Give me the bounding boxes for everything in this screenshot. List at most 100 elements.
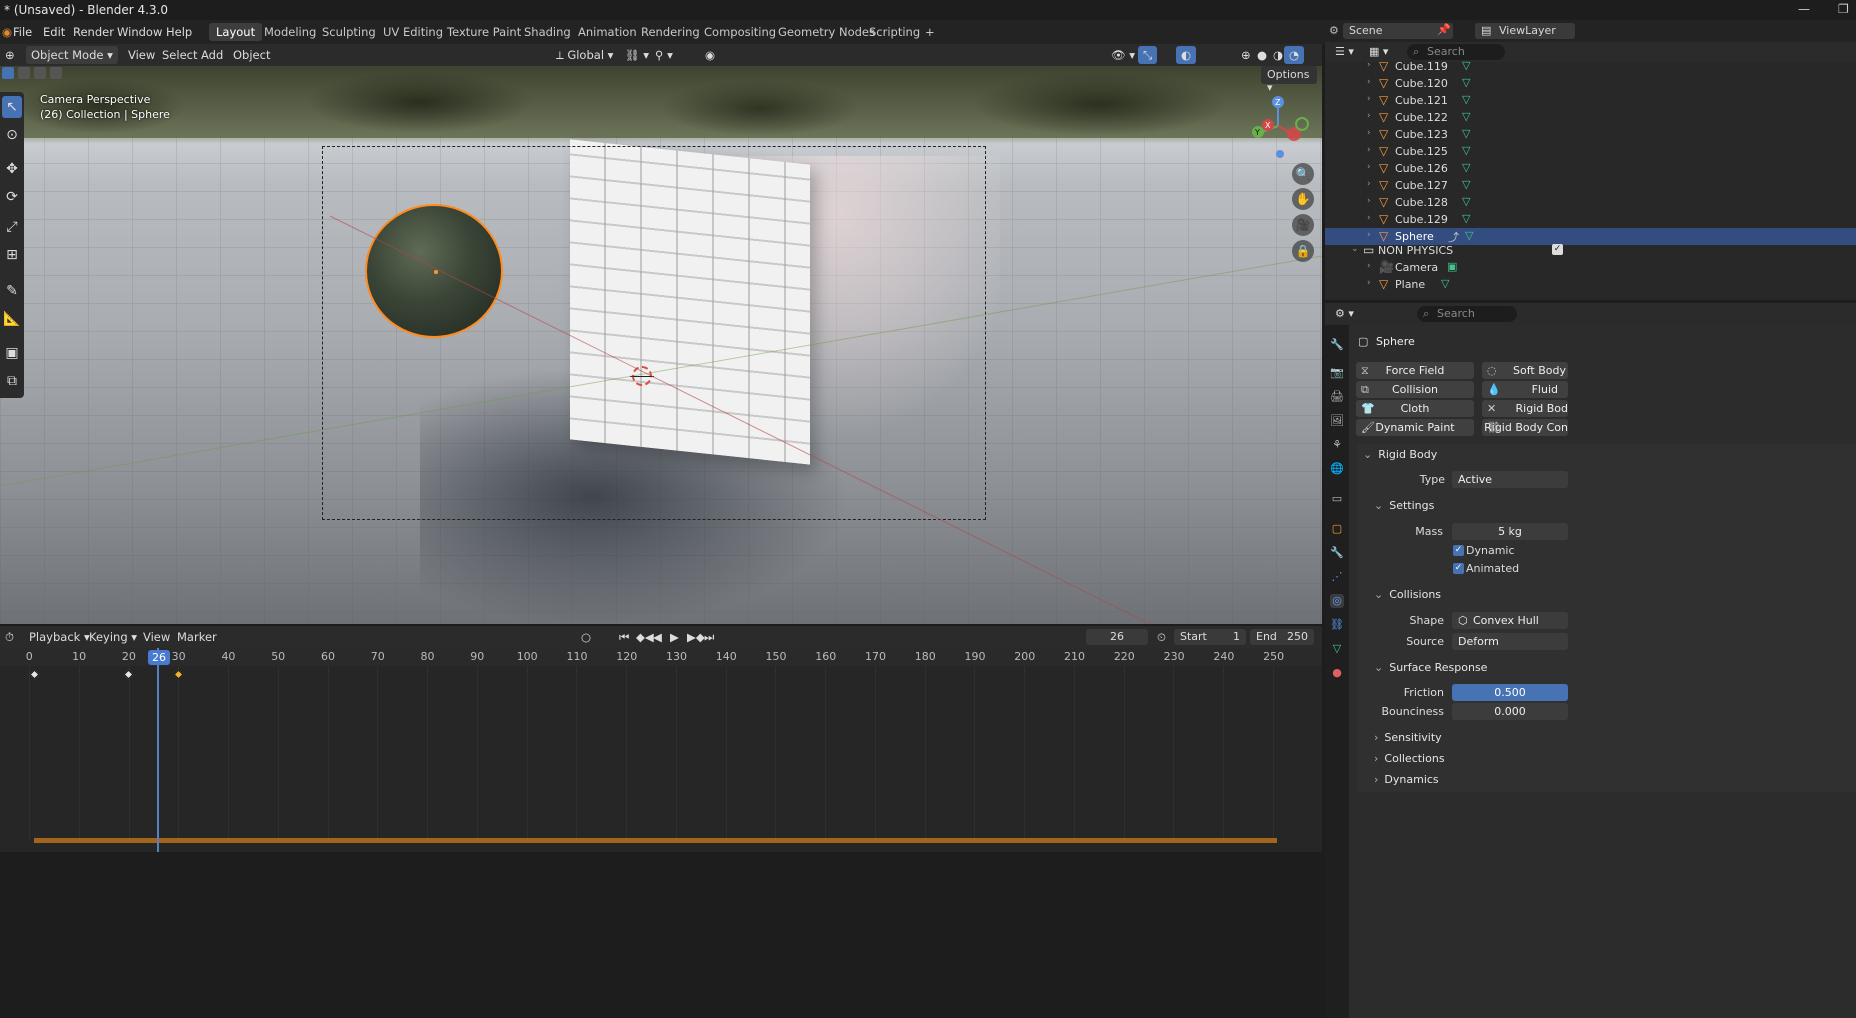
select-intersect-icon[interactable] [50,67,62,79]
marker-menu[interactable]: Marker [172,628,222,646]
mesh-data-icon[interactable]: ▽ [1462,212,1470,225]
mesh-data-icon[interactable]: ▽ [1462,195,1470,208]
animated-checkbox[interactable]: ✓ [1453,563,1464,574]
collapse-icon[interactable]: ⌄ [1351,244,1359,254]
pan-hand-icon[interactable]: ✋ [1292,188,1314,210]
data-tab-icon[interactable]: ▽ [1330,642,1344,656]
mesh-data-icon[interactable]: ▽ [1462,161,1470,174]
outliner-row[interactable]: › ▽ Cube.128 ▽ [1325,194,1856,211]
expand-icon[interactable]: › [1367,128,1371,138]
start-frame-field[interactable]: Start 1 [1174,629,1246,645]
tab-uv-editing[interactable]: UV Editing [376,23,450,41]
outliner-row[interactable]: › ▽ Cube.119 ▽ [1325,58,1856,75]
view-menu[interactable]: View [123,46,160,64]
camera-view-icon[interactable]: 🎥 [1292,214,1314,236]
outliner-row-camera[interactable]: › 🎥 Camera ▣ [1325,259,1856,276]
add-workspace-icon[interactable]: + [918,23,942,41]
menu-render[interactable]: Render [73,25,114,39]
cursor-icon[interactable]: ⊙ [2,124,22,146]
constraints-tab-icon[interactable]: ⛓ [1330,618,1344,632]
tab-layout[interactable]: Layout [209,23,263,41]
mesh-data-icon[interactable]: ▽ [1462,93,1470,106]
orientation-select[interactable]: ⟂ Global ▾ [551,46,618,64]
menu-file[interactable]: File [13,25,32,39]
mass-field[interactable]: 5 kg [1452,523,1568,540]
proportional-edit-icon[interactable]: ◉ [700,46,720,64]
options-button[interactable]: Options ▾ [1261,66,1317,94]
soft-body-button[interactable]: ◌ Soft Body [1482,362,1568,379]
expand-icon[interactable]: › [1367,230,1371,240]
viewlayer-select[interactable]: ▤ ViewLayer [1475,23,1575,39]
expand-icon[interactable]: › [1367,261,1371,271]
minimize-icon[interactable]: — [1798,2,1810,16]
fluid-button[interactable]: 💧 Fluid [1482,381,1568,398]
dynamic-checkbox[interactable]: ✓ [1453,545,1464,556]
tab-shading[interactable]: Shading [517,23,578,41]
select-subtract-icon[interactable] [34,67,46,79]
camera-data-icon[interactable]: ▣ [1447,260,1457,273]
playhead[interactable] [157,648,159,852]
lock-icon[interactable]: 🔒 [1292,240,1314,262]
source-select[interactable]: Deform [1452,633,1568,650]
collection-checkbox[interactable]: ✓ [1552,244,1563,255]
sensitivity-section-header[interactable]: › Sensitivity [1374,731,1442,744]
properties-editor-icon[interactable]: ⚙ ▾ [1335,307,1354,320]
select-new-icon[interactable] [2,67,14,79]
expand-icon[interactable]: › [1367,179,1371,189]
render-tab-icon[interactable]: 📷 [1330,366,1344,380]
particles-tab-icon[interactable]: ⋰ [1330,570,1344,584]
object-tab-icon[interactable]: ▢ [1330,522,1344,536]
expand-icon[interactable]: › [1367,196,1371,206]
expand-icon[interactable]: › [1367,77,1371,87]
select-box-icon[interactable]: ↖ [2,96,22,118]
outliner-row[interactable]: › ▽ Cube.129 ▽ [1325,211,1856,228]
add-cube-icon[interactable]: ▣ [2,342,22,364]
annotate-icon[interactable]: ✎ [2,280,22,302]
display-mode-icon[interactable]: ▦ ▾ [1369,45,1388,58]
preview-range-icon[interactable]: ⏲ [1152,628,1171,646]
scale-icon[interactable]: ⤢ [2,216,22,238]
surface-response-section-header[interactable]: ⌄ Surface Response [1374,661,1487,674]
bounciness-slider[interactable]: 0.000 [1452,703,1568,720]
menu-help[interactable]: Help [166,25,192,39]
tool-tab-icon[interactable]: 🔧 [1330,338,1344,352]
shading-rendered-icon[interactable]: ◔ [1284,46,1305,64]
blender-logo-icon[interactable]: ◉ [2,25,12,39]
mesh-data-icon[interactable]: ▽ [1462,76,1470,89]
pivot-icon[interactable]: ⛓ ▾ [620,46,654,64]
current-frame-field[interactable]: 26 [1086,629,1148,645]
pin-icon[interactable]: 📌 [1437,23,1451,36]
zoom-icon[interactable]: 🔍 [1292,163,1314,185]
add-primitive-icon[interactable]: ⧉ [2,370,22,392]
object-menu[interactable]: Object [228,46,275,64]
mesh-data-icon[interactable]: ▽ [1462,178,1470,191]
rigid-body-button[interactable]: ✕ Rigid Bod [1482,400,1568,417]
playhead-frame-label[interactable]: 26 [148,650,170,665]
visibility-icon[interactable]: 👁 ▾ [1106,46,1140,64]
force-field-button[interactable]: ⧖ Force Field [1356,362,1474,379]
menu-window[interactable]: Window [117,25,162,39]
record-icon[interactable]: ○ [576,628,596,646]
maximize-icon[interactable]: ❐ [1838,2,1849,16]
expand-icon[interactable]: › [1367,278,1371,288]
rigid-body-constraint-button[interactable]: ⛓ Rigid Body Con [1482,419,1568,436]
cloth-button[interactable]: 👕 Cloth [1356,400,1474,417]
view-layer-tab-icon[interactable]: 🖼 [1330,414,1344,428]
outliner-row[interactable]: › ▽ Cube.123 ▽ [1325,126,1856,143]
expand-icon[interactable]: › [1367,145,1371,155]
gizmo-toggle-icon[interactable]: ⤡ [1138,46,1158,64]
shape-select[interactable]: ⬡ Convex Hull [1452,612,1568,629]
settings-section-header[interactable]: ⌄ Settings [1374,499,1434,512]
material-tab-icon[interactable]: ● [1330,666,1344,680]
expand-icon[interactable]: › [1367,94,1371,104]
outliner-row-plane[interactable]: › ▽ Plane ▽ [1325,276,1856,293]
collection-row[interactable]: ⌄ ▭ NON PHYSICS ✓ [1325,242,1856,259]
mode-select[interactable]: Object Mode ▾ [26,46,118,64]
keying-menu[interactable]: Keying ▾ [84,628,142,646]
jump-end-icon[interactable]: ⏭ [699,628,719,646]
scene-tab-icon[interactable]: ⚘ [1330,438,1344,452]
overlay-toggle-icon[interactable]: ◐ [1176,46,1197,64]
mesh-data-icon[interactable]: ▽ [1462,59,1470,72]
timeline-editor-icon[interactable]: ⏱ [0,628,19,646]
outliner-row[interactable]: › ▽ Cube.125 ▽ [1325,143,1856,160]
